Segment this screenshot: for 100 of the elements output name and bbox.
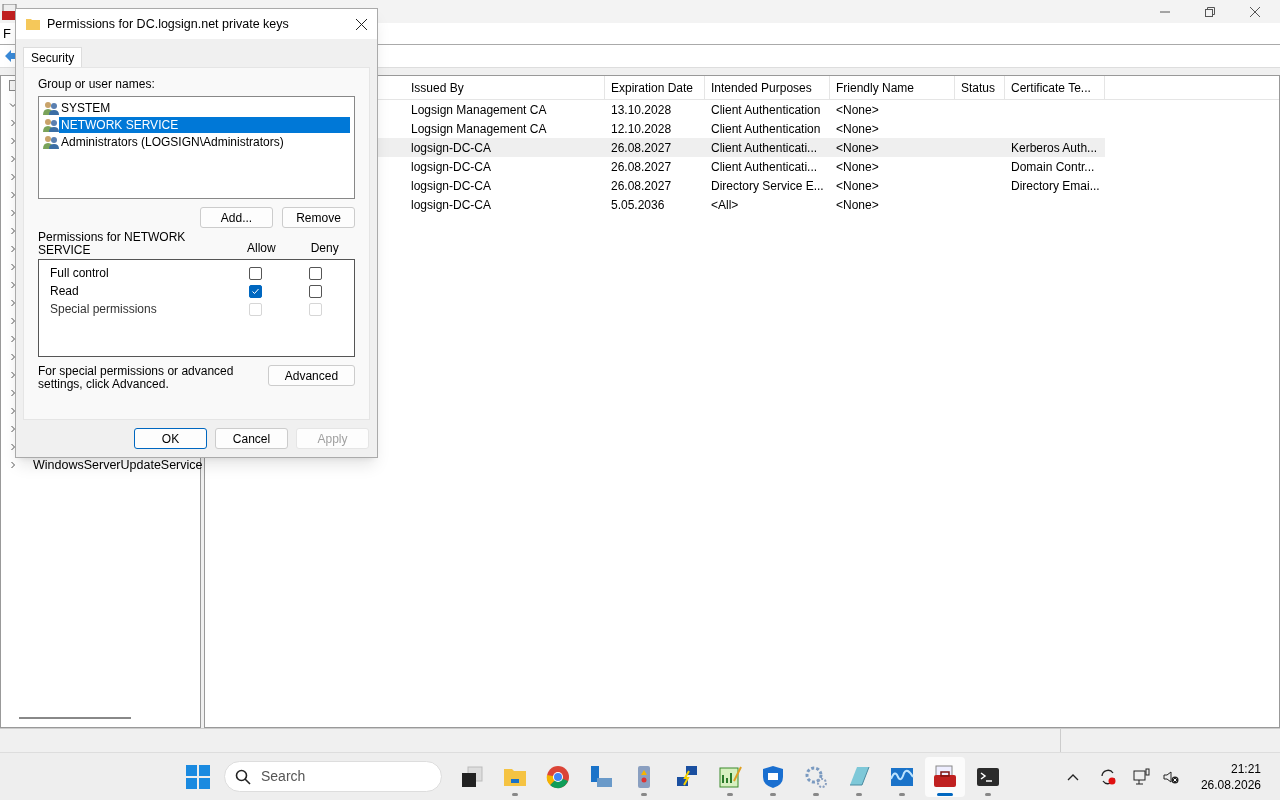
table-cell-text: <None> (836, 139, 879, 157)
column-header[interactable]: Friendly Name (836, 78, 915, 97)
table-cell-text: <None> (836, 101, 879, 119)
chevron-right-icon[interactable] (9, 353, 17, 361)
table-cell-text: logsign-DC-CA (411, 139, 492, 157)
table-cell-text: Client Authentication (711, 120, 821, 138)
table-cell-text: 12.10.2028 (611, 120, 672, 138)
table-cell-text: Client Authentication (711, 101, 821, 119)
chevron-right-icon[interactable] (9, 407, 17, 415)
deny-header: Deny (310, 240, 339, 257)
column-header[interactable]: Intended Purposes (711, 78, 812, 97)
chevron-right-icon[interactable] (9, 299, 17, 307)
chart-pencil-icon (717, 764, 742, 789)
browser-icon (545, 764, 570, 789)
group-label: Group or user names: (38, 76, 156, 93)
allow-header: Allow (247, 240, 276, 257)
chevron-down-icon[interactable] (9, 101, 17, 109)
users-icon (43, 117, 59, 132)
checkmark-icon (251, 286, 260, 296)
start-icon[interactable] (186, 764, 210, 789)
search-icon (235, 768, 251, 785)
column-header[interactable]: Status (961, 78, 996, 97)
chevron-right-icon[interactable] (9, 425, 17, 433)
taskbar-app[interactable] (924, 756, 965, 797)
chevron-right-icon[interactable] (9, 317, 17, 325)
table-cell-text: 5.05.2036 (611, 196, 665, 214)
dialog-button[interactable]: Cancel (215, 428, 288, 449)
chevron-right-icon[interactable] (9, 173, 17, 181)
remove-button[interactable]: Remove (282, 207, 355, 228)
chevron-right-icon[interactable] (9, 281, 17, 289)
horizontal-scrollbar[interactable] (19, 717, 131, 719)
checkbox[interactable] (309, 284, 322, 298)
table-cell-text: logsign-DC-CA (411, 177, 492, 195)
table-cell-text: 26.08.2027 (611, 158, 672, 176)
checkbox[interactable] (249, 266, 262, 280)
table-cell-text: 26.08.2027 (611, 139, 672, 157)
chevron-right-icon[interactable] (9, 191, 17, 199)
tab[interactable]: Security (23, 47, 83, 67)
server-icon (588, 764, 613, 789)
table-cell-text: Logsign Management CA (411, 101, 547, 119)
add-button[interactable]: Add... (200, 207, 273, 228)
chevron-right-icon[interactable] (9, 389, 17, 397)
user-item[interactable]: NETWORK SERVICE (59, 116, 350, 133)
permissions-label: Permissions for NETWORK SERVICE (38, 231, 187, 257)
restore-icon[interactable] (1205, 6, 1215, 17)
table-cell-text: 26.08.2027 (611, 177, 672, 195)
user-item[interactable]: SYSTEM (59, 99, 350, 116)
permission-name: Read (50, 283, 80, 300)
folder-icon (26, 18, 40, 30)
network-icon[interactable] (1132, 767, 1151, 786)
column-header[interactable]: Expiration Date (611, 78, 694, 97)
column-header[interactable]: Issued By (411, 78, 464, 97)
table-cell-text: Directory Service E... (711, 177, 824, 195)
clock-date[interactable]: 26.08.2026 (1200, 776, 1261, 793)
checkbox[interactable] (309, 266, 322, 280)
table-cell-text: logsign-DC-CA (411, 158, 492, 176)
table-cell-text: <None> (836, 177, 879, 195)
table-cell-text: logsign-DC-CA (411, 196, 492, 214)
clock-time[interactable]: 21:21 (1230, 760, 1261, 777)
sync-icon[interactable] (1098, 767, 1117, 786)
chevron-right-icon[interactable] (9, 119, 17, 127)
chevron-right-icon[interactable] (9, 155, 17, 163)
users-icon (43, 134, 59, 149)
checkbox[interactable] (249, 284, 262, 298)
advanced-hint: For special permissions or advanced settings, click Advanced. (38, 365, 235, 391)
advanced-button[interactable]: Advanced (267, 365, 355, 386)
table-cell-text: Kerberos Auth... (1011, 139, 1098, 157)
table-cell-text: Logsign Management CA (411, 120, 547, 138)
close-icon[interactable] (1250, 6, 1260, 17)
table-cell-text: 13.10.2028 (611, 101, 672, 119)
tree-item-label[interactable]: WindowsServerUpdateService (33, 455, 203, 475)
chevron-right-icon[interactable] (9, 335, 17, 343)
permission-name: Full control (50, 265, 110, 282)
chevron-right-icon[interactable] (9, 227, 17, 235)
gears-icon (803, 764, 828, 789)
chevron-right-icon[interactable] (9, 461, 17, 469)
table-cell-text: <None> (836, 158, 879, 176)
dialog-title: Permissions for DC.logsign.net private keys (47, 15, 289, 33)
chevron-right-icon[interactable] (9, 263, 17, 271)
chevron-right-icon[interactable] (9, 137, 17, 145)
shield-icon (760, 764, 785, 789)
table-cell-text: Client Authenticati... (711, 139, 818, 157)
table-cell-text: Client Authenticati... (711, 158, 818, 176)
chevron-right-icon[interactable] (9, 245, 17, 253)
chevron-up-icon[interactable] (1066, 772, 1079, 781)
table-cell-text: Domain Contr... (1011, 158, 1095, 176)
permission-name: Special permissions (50, 301, 158, 318)
volume-muted-icon[interactable] (1162, 768, 1179, 785)
column-header[interactable]: Certificate Te... (1011, 78, 1091, 97)
chevron-right-icon[interactable] (9, 371, 17, 379)
dialog-button[interactable]: OK (134, 428, 207, 449)
search-field[interactable]: Search (224, 761, 442, 792)
users-icon (43, 100, 59, 115)
table-cell-text: <None> (836, 120, 879, 138)
network-icon (674, 764, 699, 789)
close-icon[interactable] (356, 18, 367, 30)
chevron-right-icon[interactable] (9, 443, 17, 451)
table-cell-text: <None> (836, 196, 879, 214)
chevron-right-icon[interactable] (9, 209, 17, 217)
menu-item[interactable]: F (3, 23, 11, 44)
